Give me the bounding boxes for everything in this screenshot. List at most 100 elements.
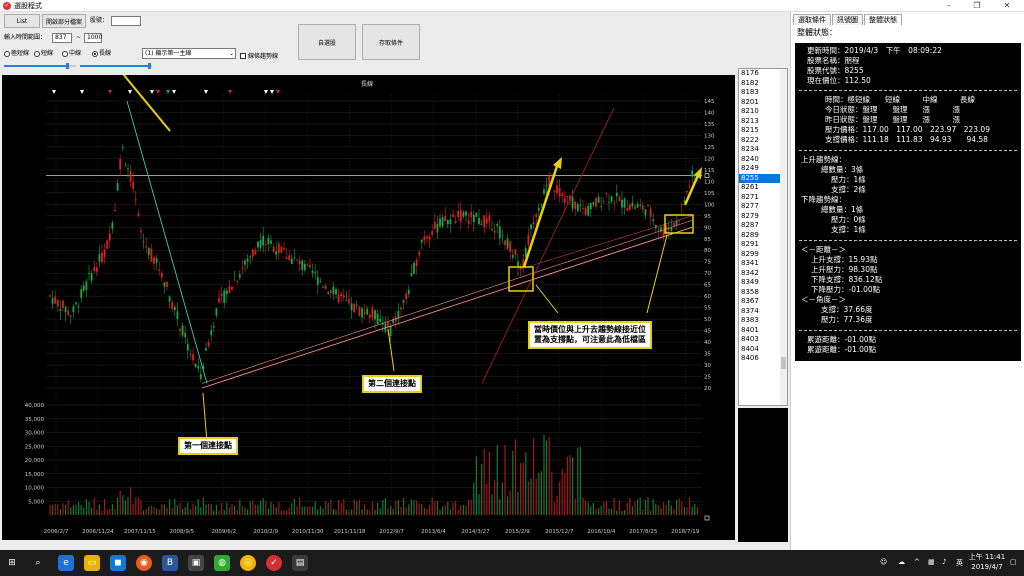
date-tick-label: 2015/2/9 bbox=[505, 529, 530, 535]
volume-bar bbox=[517, 491, 519, 515]
candle-body bbox=[639, 204, 642, 206]
trendline-checkbox[interactable]: 線條趨勢線 bbox=[240, 51, 278, 60]
volume-bar bbox=[265, 501, 267, 515]
app-folder-icon[interactable]: ▣ bbox=[188, 555, 204, 571]
windows-start-icon[interactable]: ⊞ bbox=[4, 555, 20, 571]
candle-body bbox=[155, 258, 158, 263]
store-icon[interactable]: ◼ bbox=[110, 555, 126, 571]
uptrend-line-2 bbox=[201, 220, 693, 384]
tab-select-conditions[interactable]: 選取條件 bbox=[793, 14, 831, 25]
chrome-icon[interactable]: ◎ bbox=[240, 555, 256, 571]
volume-bar bbox=[247, 509, 249, 515]
volume-bar bbox=[182, 508, 184, 515]
file-explorer-icon[interactable]: ▭ bbox=[84, 555, 100, 571]
minimize-button[interactable]: – bbox=[938, 0, 960, 12]
volume-bar bbox=[319, 505, 321, 515]
volume-bar bbox=[78, 501, 80, 515]
candle-body bbox=[595, 198, 597, 207]
volume-icon[interactable]: ♪ bbox=[942, 558, 946, 567]
stock-id-input[interactable] bbox=[111, 16, 141, 26]
volume-bar bbox=[96, 509, 98, 515]
volume-bar bbox=[57, 504, 59, 515]
volume-bar bbox=[642, 509, 644, 515]
range-slider-left[interactable] bbox=[4, 63, 76, 69]
radio-mid[interactable]: 中線 bbox=[62, 50, 81, 58]
candle-body bbox=[504, 240, 506, 245]
volume-bar bbox=[260, 501, 262, 515]
candle-body bbox=[431, 230, 434, 236]
people-icon[interactable]: ☺ bbox=[880, 558, 887, 567]
edge-browser-icon[interactable]: e bbox=[58, 555, 74, 571]
volume-bar bbox=[49, 504, 51, 515]
candlestick-chart[interactable]: 145 140 135 130 125 120 115 110 105 100 95 90 85 80 75… bbox=[2, 75, 735, 540]
candle-body bbox=[402, 300, 405, 303]
volume-bar bbox=[683, 507, 685, 515]
chevron-up-icon[interactable]: ^ bbox=[914, 558, 920, 567]
volume-bar bbox=[483, 448, 485, 515]
close-button[interactable]: ✕ bbox=[996, 0, 1018, 12]
candle-body bbox=[238, 274, 241, 278]
tab-signal-chart[interactable]: 訊號圖 bbox=[832, 14, 863, 25]
volume-bar bbox=[62, 503, 64, 515]
candle-body bbox=[530, 224, 532, 229]
display-select[interactable]: (1) 顯示第一主線 ⌄ bbox=[142, 48, 236, 59]
volume-bar bbox=[239, 499, 241, 515]
candle-body bbox=[688, 185, 691, 187]
arrowhead-icon bbox=[694, 167, 702, 179]
candle-body bbox=[543, 189, 545, 194]
candle-body bbox=[158, 269, 161, 271]
candle-body bbox=[556, 185, 558, 193]
stock-list[interactable]: 8176 8182 8183 8201 8210 8213 8215 8222 8234 8240… bbox=[738, 68, 788, 406]
volume-marker bbox=[704, 515, 710, 521]
candle-body bbox=[600, 206, 603, 207]
radio-short[interactable]: 短線 bbox=[34, 50, 53, 58]
cloud-icon[interactable]: ☁ bbox=[898, 558, 905, 567]
volume-bar bbox=[553, 502, 555, 515]
line-chat-icon[interactable]: ◍ bbox=[214, 555, 230, 571]
stock-list-scrollbar[interactable] bbox=[780, 69, 787, 405]
volume-bar bbox=[564, 473, 566, 515]
scrollbar-thumb[interactable] bbox=[781, 357, 786, 369]
resistance-price: 壓力價格：117.00 117.00 223.97 223.09 bbox=[825, 125, 990, 134]
candle-body bbox=[405, 293, 408, 300]
candle-body bbox=[205, 347, 207, 351]
candle-body bbox=[613, 202, 616, 204]
candle-body bbox=[145, 246, 148, 248]
candle-body bbox=[558, 187, 561, 197]
stock-app-icon[interactable]: ✓ bbox=[266, 555, 282, 571]
firefox-icon[interactable]: ◉ bbox=[136, 555, 152, 571]
up-trend-total: 總數量：3條 bbox=[821, 165, 864, 174]
search-icon[interactable]: ⌕ bbox=[30, 555, 46, 571]
network-icon[interactable]: ▦ bbox=[928, 558, 935, 567]
range-from-input[interactable]: 837 bbox=[52, 33, 72, 43]
ime-indicator[interactable]: 英 bbox=[956, 559, 963, 568]
candle-body bbox=[478, 217, 480, 224]
radio-ultra-short[interactable]: 極短線 bbox=[4, 50, 29, 58]
candle-body bbox=[246, 258, 249, 262]
notification-icon[interactable]: ▢ bbox=[1010, 558, 1017, 567]
range-slider-right[interactable] bbox=[80, 63, 152, 69]
range-to-input[interactable]: 1000 bbox=[84, 33, 102, 43]
maximize-button[interactable]: ❐ bbox=[966, 0, 988, 12]
signal-triangle-icon bbox=[228, 90, 232, 94]
volume-bar bbox=[494, 480, 496, 515]
range-separator: ~ bbox=[76, 34, 82, 41]
radio-long[interactable]: 長線 bbox=[92, 50, 111, 58]
candle-body bbox=[628, 205, 631, 210]
auto-select-button[interactable]: 自選股 bbox=[298, 24, 356, 60]
volume-bar bbox=[176, 505, 178, 515]
price-tick-label: 135 bbox=[704, 122, 715, 128]
open-file-button[interactable]: 開啟部分檔案 bbox=[42, 14, 86, 28]
down-pressure-distance: 下降壓力：-01.00點 bbox=[811, 285, 881, 294]
volume-bar bbox=[572, 457, 574, 515]
tab-overall-status[interactable]: 整體狀態 bbox=[864, 14, 902, 25]
candle-body bbox=[319, 281, 322, 283]
clock-date[interactable]: 2019/4/7 bbox=[966, 563, 1008, 572]
save-conditions-button[interactable]: 存取條件 bbox=[362, 24, 420, 60]
candle-body bbox=[553, 190, 556, 192]
app-b-icon[interactable]: B bbox=[162, 555, 178, 571]
volume-bar bbox=[423, 507, 425, 515]
image-viewer-icon[interactable]: ▤ bbox=[292, 555, 308, 571]
list-button[interactable]: List bbox=[4, 14, 40, 28]
clock-time[interactable]: 上午 11:41 bbox=[966, 553, 1008, 562]
